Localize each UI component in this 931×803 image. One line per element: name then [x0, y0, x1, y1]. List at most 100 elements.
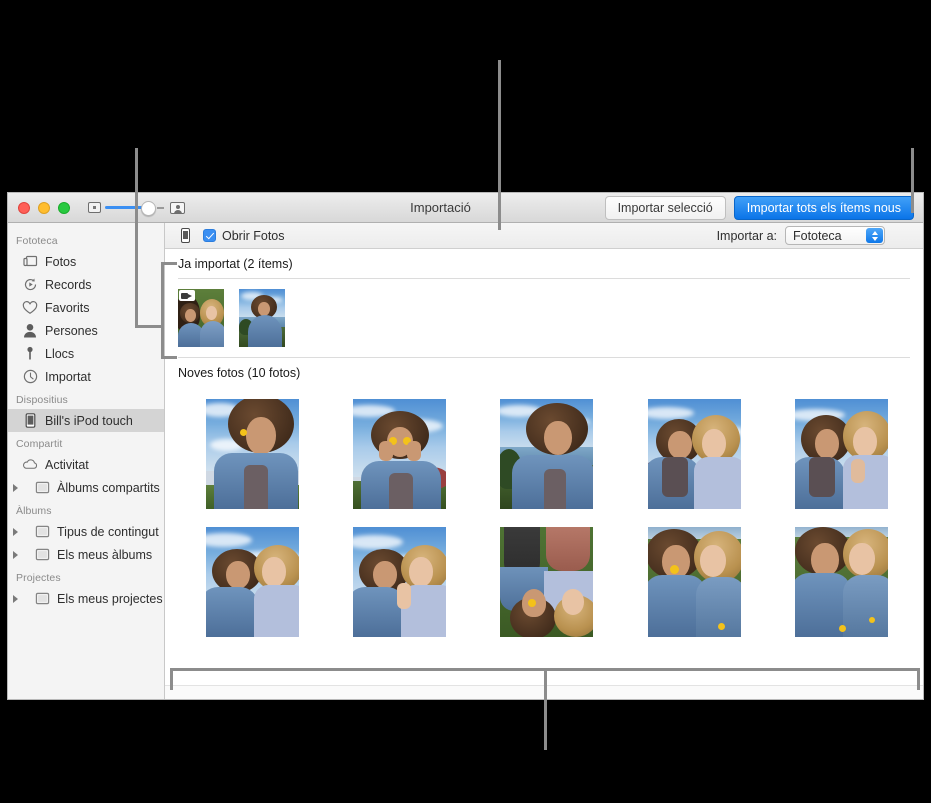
thumbnail-item[interactable]	[500, 527, 593, 637]
sidebar-item-bills-ipod-touch[interactable]: Bill's iPod touch	[8, 409, 164, 432]
chevron-up-icon	[872, 231, 878, 235]
photos-scroll-area[interactable]: Ja importat (2 ítems)	[165, 249, 923, 685]
sidebar-item-label: Persones	[45, 324, 98, 338]
chevron-down-icon	[872, 237, 878, 241]
already-imported-thumbnails	[165, 279, 923, 357]
sidebar-item-els-meus-projectes[interactable]: Els meus projectes	[8, 587, 164, 610]
close-button[interactable]	[18, 202, 30, 214]
callout-bracket-already-imported-top	[161, 262, 177, 265]
sidebar-item-label: Els meus àlbums	[57, 548, 152, 562]
sidebar-item-label: Activitat	[45, 458, 89, 472]
open-photos-checkbox[interactable]	[203, 229, 216, 242]
ipod-touch-icon	[22, 413, 38, 429]
clock-icon	[22, 369, 38, 385]
sidebar-item-label: Favorits	[45, 301, 89, 315]
window-body: Fototeca Fotos Records Favorits	[8, 223, 923, 700]
minimize-button[interactable]	[38, 202, 50, 214]
sidebar-item-fotos[interactable]: Fotos	[8, 250, 164, 273]
sidebar-item-label: Els meus projectes	[57, 592, 163, 606]
small-thumbnail-icon[interactable]	[88, 202, 101, 213]
traffic-light-buttons	[18, 202, 70, 214]
import-selection-button[interactable]: Importar selecció	[605, 196, 726, 220]
sidebar-section-fototeca-title: Fototeca	[8, 229, 164, 250]
sidebar: Fototeca Fotos Records Favorits	[8, 223, 165, 700]
import-to-select[interactable]: Fototeca	[785, 226, 885, 245]
open-photos-label: Obrir Fotos	[222, 229, 285, 243]
already-imported-heading: Ja importat (2 ítems)	[165, 249, 923, 278]
sidebar-item-label: Àlbums compartits	[57, 481, 160, 495]
zoom-button[interactable]	[58, 202, 70, 214]
photos-import-window: Importació Importar selecció Importar to…	[7, 192, 924, 700]
callout-line-sidebar-horizontal	[135, 325, 163, 328]
sidebar-item-label: Bill's iPod touch	[45, 414, 133, 428]
import-content-panel: Obrir Fotos Importar a: Fototeca Ja impo…	[165, 223, 923, 700]
callout-bracket-new-photos-left	[170, 668, 173, 690]
callout-bracket-new-photos-right	[917, 668, 920, 690]
sidebar-item-persones[interactable]: Persones	[8, 319, 164, 342]
thumbnail-item[interactable]	[648, 527, 741, 637]
memories-play-icon	[22, 277, 38, 293]
import-all-new-button[interactable]: Importar tots els ítems nous	[734, 196, 914, 220]
sidebar-section-projectes-title: Projectes	[8, 566, 164, 587]
import-to-value: Fototeca	[793, 229, 842, 243]
chevron-updown-icon[interactable]	[866, 228, 883, 243]
album-icon	[34, 480, 50, 496]
chevron-right-icon[interactable]	[13, 528, 23, 536]
thumbnail-item[interactable]	[206, 399, 299, 509]
callout-bracket-already-imported-bottom	[161, 356, 177, 359]
sidebar-item-label: Records	[45, 278, 92, 292]
sidebar-item-llocs[interactable]: Llocs	[8, 342, 164, 365]
map-pin-icon	[22, 346, 38, 362]
thumbnail-item[interactable]	[795, 399, 888, 509]
sidebar-item-importat[interactable]: Importat	[8, 365, 164, 388]
chevron-right-icon[interactable]	[13, 484, 23, 492]
sidebar-section-albums-title: Àlbums	[8, 499, 164, 520]
slider-divider	[157, 207, 164, 209]
thumbnail-item[interactable]	[239, 289, 285, 347]
sidebar-item-label: Tipus de contingut	[57, 525, 159, 539]
callout-line-import-to	[498, 60, 501, 230]
cloud-icon	[22, 457, 38, 473]
callout-line-new-photos-stem	[544, 668, 547, 750]
thumbnail-item[interactable]	[353, 399, 446, 509]
callout-bracket-already-imported-vertical	[161, 262, 164, 359]
video-badge-icon	[179, 290, 195, 301]
import-to-label: Importar a:	[717, 229, 777, 243]
toolbar-buttons: Importar selecció Importar tots els ítem…	[605, 196, 914, 220]
sidebar-item-label: Fotos	[45, 255, 76, 269]
sidebar-section-dispositius-title: Dispositius	[8, 388, 164, 409]
sidebar-item-records[interactable]: Records	[8, 273, 164, 296]
album-icon	[34, 547, 50, 563]
thumbnail-item[interactable]	[795, 527, 888, 637]
iphone-icon	[181, 228, 190, 243]
sidebar-item-tipus-de-contingut[interactable]: Tipus de contingut	[8, 520, 164, 543]
sidebar-section-compartit-title: Compartit	[8, 432, 164, 453]
person-icon	[22, 323, 38, 339]
large-thumbnail-icon[interactable]	[170, 202, 185, 214]
sidebar-item-activitat[interactable]: Activitat	[8, 453, 164, 476]
heart-icon	[22, 300, 38, 316]
thumbnail-item[interactable]	[648, 399, 741, 509]
sidebar-item-favorits[interactable]: Favorits	[8, 296, 164, 319]
window-titlebar: Importació Importar selecció Importar to…	[8, 193, 923, 223]
chevron-right-icon[interactable]	[13, 551, 23, 559]
album-icon	[34, 591, 50, 607]
thumbnail-item[interactable]	[353, 527, 446, 637]
new-photos-grid	[165, 387, 923, 637]
import-options-bar: Obrir Fotos Importar a: Fototeca	[165, 223, 923, 249]
new-photos-heading: Noves fotos (10 fotos)	[165, 358, 923, 387]
thumbnail-item[interactable]	[206, 527, 299, 637]
sidebar-item-albums-compartits[interactable]: Àlbums compartits	[8, 476, 164, 499]
sidebar-item-label: Llocs	[45, 347, 74, 361]
sidebar-item-label: Importat	[45, 370, 91, 384]
zoom-slider-knob[interactable]	[141, 201, 156, 216]
callout-line-import-all-button	[911, 148, 914, 213]
thumbnail-item[interactable]	[500, 399, 593, 509]
callout-line-sidebar-vertical	[135, 148, 138, 328]
photos-stack-icon	[22, 254, 38, 270]
chevron-right-icon[interactable]	[13, 595, 23, 603]
sidebar-item-els-meus-albums[interactable]: Els meus àlbums	[8, 543, 164, 566]
zoom-slider[interactable]	[105, 206, 151, 209]
album-icon	[34, 524, 50, 540]
thumbnail-item[interactable]	[178, 289, 224, 347]
